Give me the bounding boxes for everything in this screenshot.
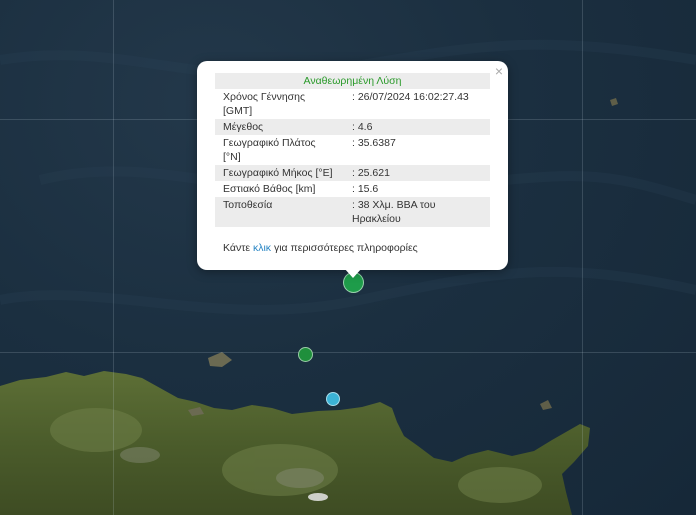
earthquake-info-popup: × Αναθεωρημένη Λύση Χρόνος Γέννησης [GMT… [197, 61, 508, 270]
earthquake-details-table: Αναθεωρημένη Λύση Χρόνος Γέννησης [GMT] … [215, 73, 490, 227]
graticule-line [113, 0, 114, 515]
more-info-suffix: για περισσότερες πληροφορίες [271, 242, 418, 254]
map-view[interactable]: × Αναθεωρημένη Λύση Χρόνος Γέννησης [GMT… [0, 0, 696, 515]
location-value: : 38 Χλμ. ΒΒΑ του Ηρακλείου [344, 197, 490, 227]
popup-pointer [344, 268, 362, 278]
more-info-link[interactable]: κλικ [253, 242, 271, 254]
depth-label: Εστιακό Βάθος [km] [223, 183, 316, 195]
origin-time-label: Χρόνος Γέννησης [GMT] [223, 91, 306, 117]
graticule-line [0, 352, 696, 353]
more-info-prefix: Κάντε [223, 242, 253, 254]
magnitude-label: Μέγεθος [215, 119, 344, 135]
earthquake-marker[interactable] [298, 347, 313, 362]
origin-time-value: : 26/07/2024 16:02:27.43 [352, 91, 469, 103]
longitude-value: : 25.621 [344, 165, 490, 181]
latitude-value: : 35.6387 [352, 137, 396, 149]
magnitude-value: : 4.6 [344, 119, 490, 135]
close-icon[interactable]: × [495, 63, 503, 79]
depth-value: : 15.6 [352, 183, 379, 195]
popup-title: Αναθεωρημένη Λύση [215, 73, 490, 89]
location-label: Τοποθεσία [215, 197, 344, 227]
graticule-line [582, 0, 583, 515]
earthquake-marker[interactable] [326, 392, 340, 406]
more-info-text: Κάντε κλικ για περισσότερες πληροφορίες [223, 242, 418, 254]
longitude-label: Γεωγραφικό Μήκος [°E] [215, 165, 344, 181]
latitude-label: Γεωγραφικό Πλάτος [°N] [223, 137, 316, 163]
